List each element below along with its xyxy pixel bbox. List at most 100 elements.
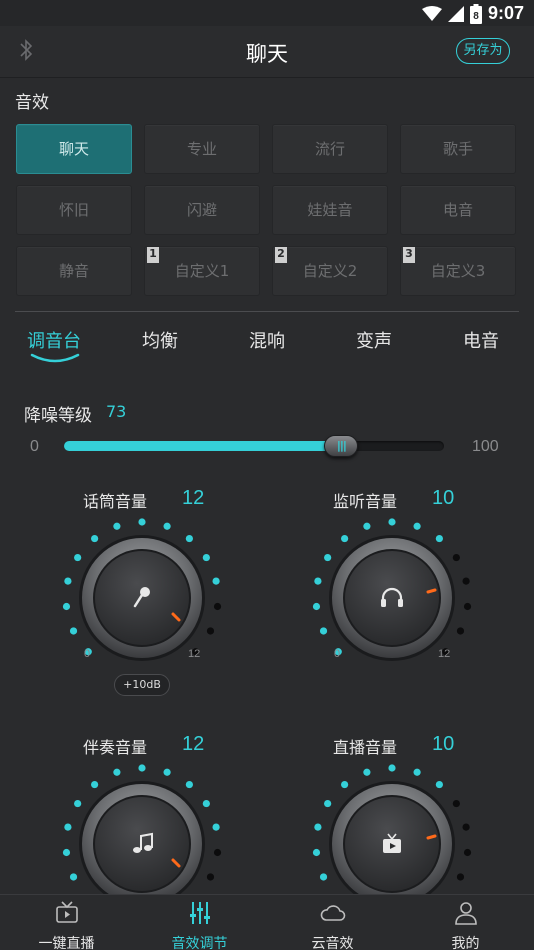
divider: [15, 311, 519, 312]
preset-number-badge: 3: [403, 247, 415, 263]
preset-singer[interactable]: 歌手: [400, 124, 516, 174]
level-dot: [363, 522, 371, 530]
preset-custom-1[interactable]: 1 自定义1: [144, 246, 260, 296]
preset-custom-2[interactable]: 2 自定义2: [272, 246, 388, 296]
level-dot: [62, 602, 71, 611]
preset-chat[interactable]: 聊天: [16, 124, 132, 174]
level-dot: [69, 873, 78, 881]
level-dot: [163, 768, 171, 776]
level-dot: [452, 799, 460, 808]
wifi-icon: [421, 5, 442, 21]
level-dot: [113, 768, 121, 776]
preset-number-badge: 2: [275, 247, 287, 263]
status-bar: 8 9:07: [0, 0, 534, 26]
level-dot: [456, 873, 465, 881]
user-icon: [454, 902, 477, 925]
noise-reduction-label: 降噪等级: [24, 406, 92, 426]
nav-sound-effects[interactable]: 音效调节: [133, 895, 266, 950]
level-dot: [185, 780, 193, 789]
tab-reverb[interactable]: 混响: [249, 327, 285, 353]
level-dot: [462, 823, 470, 831]
nav-one-click-live[interactable]: 一键直播: [0, 895, 133, 950]
level-dot: [413, 522, 421, 530]
level-dot: [213, 602, 222, 611]
level-dot: [314, 577, 322, 585]
tab-voice-changer[interactable]: 变声: [356, 327, 392, 353]
level-dot: [463, 602, 472, 611]
level-dot: [435, 534, 443, 543]
tab-electronic-sound[interactable]: 电音: [463, 327, 499, 353]
level-dot: [341, 534, 349, 543]
preset-dodge[interactable]: 闪避: [144, 185, 260, 235]
level-dot: [463, 848, 472, 857]
tv-icon: [55, 901, 78, 923]
level-dot: [319, 873, 328, 881]
knob-indicator: [426, 588, 437, 594]
level-dot: [319, 627, 328, 635]
knob-dial: [62, 518, 222, 661]
monitor-volume-max: 12: [438, 648, 451, 660]
nav-cloud-effects[interactable]: 云音效: [266, 895, 399, 950]
save-as-button[interactable]: 另存为: [456, 38, 510, 64]
level-dot: [64, 577, 72, 585]
preset-number-badge: 1: [147, 247, 159, 263]
slider-handle[interactable]: |||: [324, 435, 359, 457]
battery-icon: 8: [469, 3, 482, 24]
page-title: 聊天: [246, 42, 288, 66]
level-dot: [138, 764, 146, 772]
level-dot: [113, 522, 121, 530]
status-time: 9:07: [487, 3, 524, 23]
level-dot: [363, 768, 371, 776]
nav-mine[interactable]: 我的: [399, 895, 532, 950]
level-dot: [212, 823, 220, 831]
noise-reduction-value: 73: [106, 402, 127, 421]
level-dot: [62, 848, 71, 857]
equalizer-icon: [189, 902, 210, 924]
level-dot: [388, 518, 396, 526]
level-dot: [452, 553, 460, 562]
monitor-volume-value: 10: [432, 487, 455, 509]
level-dot: [456, 627, 465, 635]
level-dot: [341, 780, 349, 789]
tab-mixer[interactable]: 调音台: [27, 327, 81, 353]
bottom-navigation: 一键直播 音效调节 云音效 我的: [0, 894, 534, 950]
level-dot: [163, 522, 171, 530]
level-dot: [388, 764, 396, 772]
level-dot: [206, 873, 215, 881]
level-dot: [64, 823, 72, 831]
signal-icon: [447, 5, 464, 22]
level-dot: [213, 848, 222, 857]
level-dot: [212, 577, 220, 585]
level-dot: [74, 553, 82, 562]
monitor-volume-min: 0: [334, 648, 341, 660]
preset-electronic[interactable]: 电音: [400, 185, 516, 235]
level-dot: [185, 534, 193, 543]
level-dot: [324, 553, 332, 562]
noise-reduction-slider[interactable]: |||: [64, 435, 444, 457]
level-dot: [435, 780, 443, 789]
level-dot: [462, 577, 470, 585]
level-dot: [324, 799, 332, 808]
svg-text:8: 8: [473, 11, 479, 22]
cloud-icon: [320, 905, 345, 921]
slider-fill: [64, 441, 342, 451]
accompaniment-volume-value: 12: [182, 733, 205, 755]
knob-indicator: [426, 834, 437, 840]
level-dot: [206, 627, 215, 635]
tab-equalizer[interactable]: 均衡: [142, 327, 178, 353]
knob-dial: [312, 518, 472, 661]
live-volume-value: 10: [432, 733, 455, 755]
boost-button[interactable]: +10dB: [114, 674, 170, 696]
preset-nostalgic[interactable]: 怀旧: [16, 185, 132, 235]
level-dot: [314, 823, 322, 831]
preset-professional[interactable]: 专业: [144, 124, 260, 174]
monitor-volume-knob[interactable]: [302, 508, 482, 688]
level-dot: [91, 780, 99, 789]
preset-mute[interactable]: 静音: [16, 246, 132, 296]
level-dot: [312, 848, 321, 857]
preset-baby-voice[interactable]: 娃娃音: [272, 185, 388, 235]
preset-pop[interactable]: 流行: [272, 124, 388, 174]
slider-min-label: 0: [30, 438, 39, 455]
mic-volume-knob[interactable]: [52, 508, 232, 688]
preset-custom-3[interactable]: 3 自定义3: [400, 246, 516, 296]
